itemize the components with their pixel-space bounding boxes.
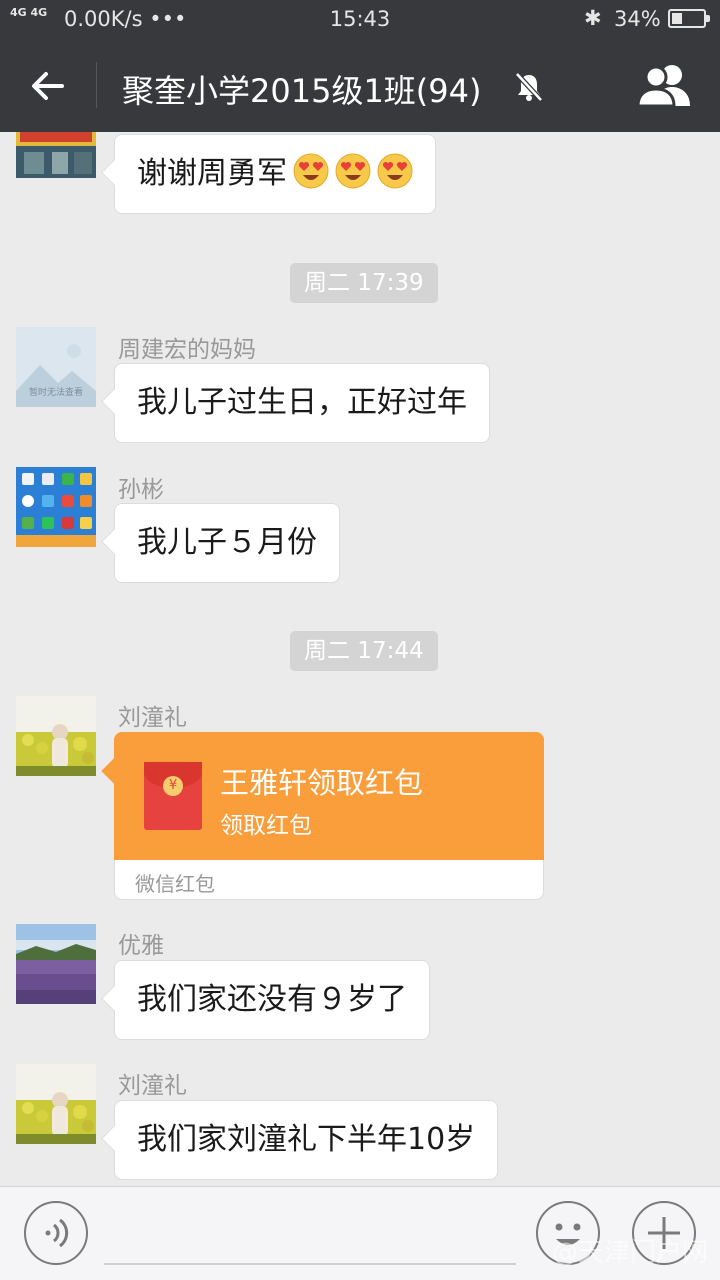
message-bubble[interactable]: 我们家刘潼礼下半年10岁 xyxy=(114,1100,499,1180)
avatar[interactable]: 暂时无法查看 xyxy=(16,327,96,407)
back-arrow-icon[interactable] xyxy=(26,64,70,108)
message-bubble[interactable]: 谢谢周勇军 xyxy=(114,134,436,214)
red-packet-footer: 微信红包 xyxy=(114,860,544,900)
plus-icon[interactable] xyxy=(632,1201,696,1265)
avatar[interactable] xyxy=(16,132,96,178)
status-bar: 4G 4G 0.00K/s ••• 15:43 ✱ 34% xyxy=(0,0,720,38)
avatar[interactable] xyxy=(16,467,96,547)
bluetooth-icon: ✱ xyxy=(584,6,602,30)
chat-title[interactable]: 聚奎小学2015级1班(94) xyxy=(122,66,482,112)
red-packet-body: ¥ 王雅轩领取红包 领取红包 xyxy=(114,732,544,860)
voice-icon[interactable] xyxy=(24,1201,88,1265)
sender-name: 孙彬 xyxy=(118,477,164,503)
message-bubble[interactable]: 我们家还没有９岁了 xyxy=(114,960,430,1040)
battery-percent: 34% xyxy=(614,7,661,31)
heart-eyes-emoji-icon xyxy=(335,141,371,189)
sender-name: 优雅 xyxy=(118,933,164,959)
sender-name: 周建宏的妈妈 xyxy=(118,337,256,363)
group-members-icon[interactable] xyxy=(634,62,694,108)
message-text: 我们家还没有９岁了 xyxy=(137,982,407,1017)
clock: 15:43 xyxy=(329,7,391,31)
header-divider xyxy=(96,62,97,108)
red-packet-subtitle: 领取红包 xyxy=(220,813,312,839)
timestamp: 周二 17:39 xyxy=(290,263,438,303)
message-input[interactable] xyxy=(104,1263,516,1265)
message-text: 我儿子过生日，正好过年 xyxy=(137,385,467,420)
message-text: 谢谢周勇军 xyxy=(137,156,287,191)
muted-bell-icon xyxy=(512,70,546,104)
avatar-caption: 暂时无法查看 xyxy=(28,388,83,398)
red-packet-title: 王雅轩领取红包 xyxy=(220,766,424,800)
timestamp: 周二 17:44 xyxy=(290,631,438,671)
avatar[interactable] xyxy=(16,1064,96,1144)
battery-icon xyxy=(668,9,710,28)
avatar[interactable] xyxy=(16,696,96,776)
message-bubble[interactable]: 我儿子过生日，正好过年 xyxy=(114,363,490,443)
input-bar xyxy=(0,1186,720,1280)
sender-name: 刘潼礼 xyxy=(118,705,187,731)
message-bubble[interactable]: 我儿子５月份 xyxy=(114,503,340,583)
red-envelope-icon: ¥ xyxy=(144,762,202,830)
smiley-icon[interactable] xyxy=(536,1201,600,1265)
heart-eyes-emoji-icon xyxy=(293,141,329,189)
sender-name: 刘潼礼 xyxy=(118,1073,187,1099)
message-text: 我儿子５月份 xyxy=(137,525,317,560)
heart-eyes-emoji-icon xyxy=(377,141,413,189)
message-text: 我们家刘潼礼下半年10岁 xyxy=(137,1122,476,1157)
avatar[interactable] xyxy=(16,924,96,1004)
red-packet-card[interactable]: ¥ 王雅轩领取红包 领取红包 微信红包 xyxy=(114,732,544,900)
red-packet-label: 微信红包 xyxy=(135,872,215,896)
message-list[interactable]: 谢谢周勇军 周二 17:39 暂时无法查看 周建宏的妈妈 我儿子过生日，正好过年 xyxy=(0,132,720,1186)
chat-header: 聚奎小学2015级1班(94) xyxy=(0,38,720,132)
emoji-group xyxy=(287,153,413,191)
